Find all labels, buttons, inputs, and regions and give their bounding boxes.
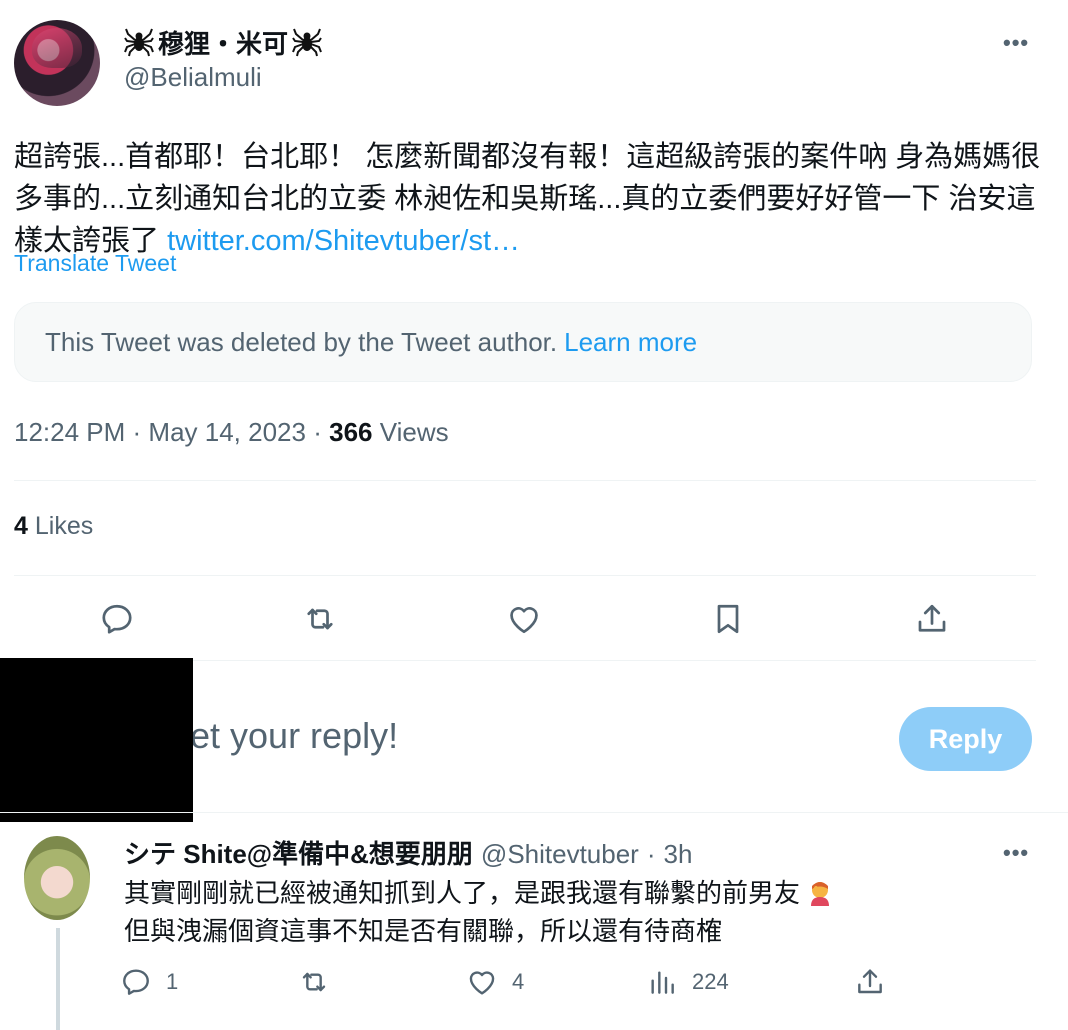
redaction-block <box>0 658 193 822</box>
reply-line-2: 但與洩漏個資這事不知是否有關聯，所以還有待商榷 <box>124 916 723 946</box>
views-icon <box>651 971 674 994</box>
view-count: 224 <box>692 969 729 994</box>
thread-line <box>56 928 60 1030</box>
reply-author-avatar[interactable] <box>24 836 90 920</box>
share-icon[interactable] <box>909 596 955 642</box>
reply-action-bar: 1 4 224 <box>120 966 1000 1006</box>
spider-icon <box>124 28 154 57</box>
deleted-quote-notice: This Tweet was deleted by the Tweet auth… <box>14 302 1032 382</box>
author-avatar[interactable] <box>14 20 100 106</box>
translate-tweet-link[interactable]: Translate Tweet <box>14 250 176 277</box>
deleted-notice-text: This Tweet was deleted by the Tweet auth… <box>45 326 558 357</box>
author-name-row[interactable]: 穆狸・米可 <box>124 22 322 62</box>
reply-count: 1 <box>166 969 179 994</box>
reply-reply-action[interactable]: 1 <box>120 966 178 998</box>
reply-line-1: 其實剛剛就已經被通知抓到人了，是跟我還有聯繫的前男友 <box>124 878 801 908</box>
author-name: 穆狸・米可 <box>158 28 289 59</box>
heart-icon[interactable] <box>501 596 547 642</box>
more-icon[interactable]: ••• <box>1003 840 1029 866</box>
views-count: 366 <box>329 417 373 447</box>
reply-header: シテ Shite@準備中&想要朋朋 @Shitevtuber · 3h <box>124 834 692 871</box>
like-count: 4 <box>512 969 525 994</box>
author-handle[interactable]: @Belialmuli <box>124 62 262 93</box>
meta-separator: · <box>313 417 330 447</box>
views-label: Views <box>379 417 449 447</box>
tweet-time[interactable]: 12:24 PM <box>14 417 125 447</box>
reply-author-name[interactable]: シテ Shite@準備中&想要朋朋 <box>124 834 473 871</box>
reply-author-handle[interactable]: @Shitevtuber <box>481 839 639 870</box>
reply-dot: · <box>646 839 656 869</box>
likes-count: 4 <box>14 512 28 540</box>
reply-age[interactable]: 3h <box>664 839 693 870</box>
facepalm-emoji-icon <box>811 882 830 906</box>
reply-text: 其實剛剛就已經被通知抓到人了，是跟我還有聯繫的前男友 但與洩漏個資這事不知是否有… <box>124 874 833 950</box>
reply-input[interactable]: et your reply! <box>190 715 398 757</box>
reply-views-action[interactable]: 224 <box>646 966 729 998</box>
reply-icon[interactable] <box>94 596 140 642</box>
tweet-action-bar <box>14 596 1036 642</box>
share-icon <box>858 969 882 994</box>
learn-more-link[interactable]: Learn more <box>564 327 697 358</box>
retweet-icon[interactable] <box>297 596 343 642</box>
more-icon[interactable]: ••• <box>1003 30 1029 56</box>
likes-summary[interactable]: 4 Likes <box>14 512 93 541</box>
divider <box>14 480 1036 481</box>
reply-share-action[interactable] <box>854 966 886 998</box>
spider-icon <box>292 28 322 57</box>
reply-icon <box>123 969 149 995</box>
tweet-text: 超誇張...首都耶！台北耶！ 怎麼新聞都沒有報！這超級誇張的案件吶 身為媽媽很多… <box>14 136 1044 262</box>
tweet-date[interactable]: May 14, 2023 <box>148 417 306 447</box>
retweet-icon <box>302 972 326 992</box>
reply-retweet-action[interactable] <box>298 966 344 998</box>
tweet-link[interactable]: twitter.com/Shitevtuber/st… <box>167 225 520 257</box>
tweet-meta: 12:24 PM · May 14, 2023 · 366 Views <box>14 417 449 448</box>
heart-icon <box>469 971 495 995</box>
reply-line: 其實剛剛就已經被通知抓到人了，是跟我還有聯繫的前男友 <box>124 874 833 912</box>
meta-separator: · <box>132 417 149 447</box>
reply-like-action[interactable]: 4 <box>466 966 524 998</box>
divider <box>0 812 1068 813</box>
divider <box>14 575 1036 576</box>
likes-label: Likes <box>34 512 94 540</box>
bookmark-icon[interactable] <box>705 596 751 642</box>
reply-button[interactable]: Reply <box>899 707 1032 771</box>
